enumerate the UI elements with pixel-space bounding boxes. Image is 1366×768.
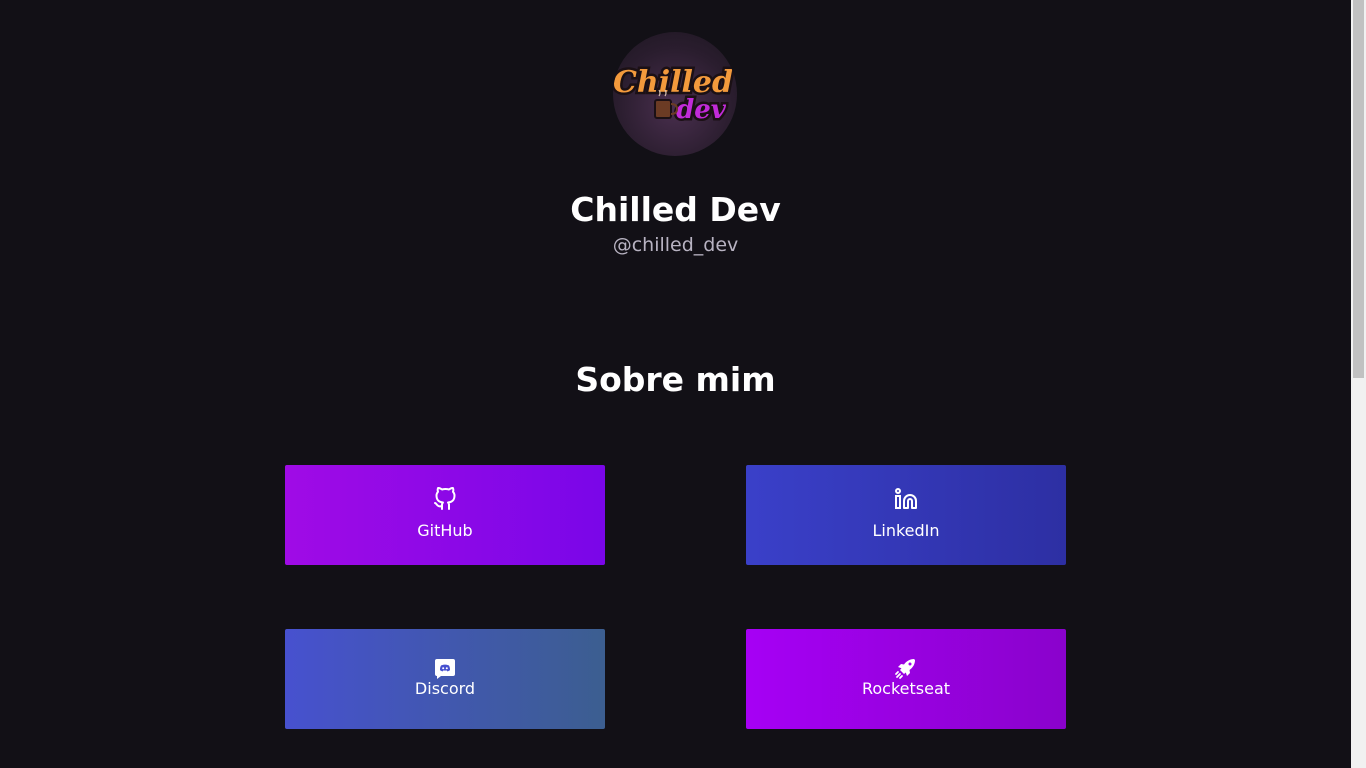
github-label: GitHub <box>417 521 473 540</box>
rocket-icon <box>895 659 915 679</box>
page: Chilled Chilled dev dev Chilled Dev @chi… <box>0 0 1366 768</box>
avatar: Chilled Chilled dev dev <box>613 32 737 156</box>
linkedin-label: LinkedIn <box>872 521 940 540</box>
discord-link-button[interactable]: Discord <box>285 629 605 729</box>
chilled-dev-logo: Chilled Chilled dev dev <box>613 63 735 128</box>
profile-handle: @chilled_dev <box>612 234 739 256</box>
github-icon <box>434 487 456 510</box>
vertical-scrollbar[interactable] <box>1351 0 1366 768</box>
rocketseat-link-button[interactable]: Rocketseat <box>746 629 1066 729</box>
main-content: Chilled Chilled dev dev Chilled Dev @chi… <box>0 0 1351 768</box>
svg-text:dev: dev <box>676 95 727 125</box>
linkedin-icon <box>895 488 917 509</box>
scrollbar-thumb[interactable] <box>1353 0 1364 378</box>
discord-label: Discord <box>414 679 476 698</box>
rocketseat-label: Rocketseat <box>861 679 951 698</box>
about-title: Sobre mim <box>575 360 776 399</box>
github-link-button[interactable]: GitHub <box>285 465 605 565</box>
linkedin-link-button[interactable]: LinkedIn <box>746 465 1066 565</box>
discord-icon <box>435 659 455 679</box>
profile-name: Chilled Dev <box>570 190 781 229</box>
